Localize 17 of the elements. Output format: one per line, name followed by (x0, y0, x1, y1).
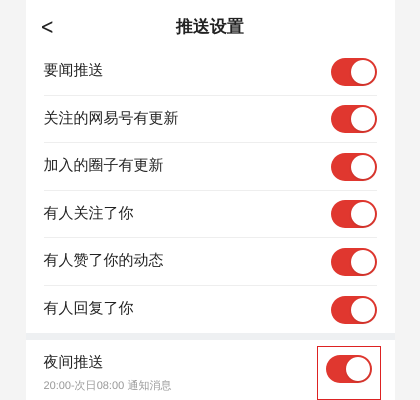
toggle-switch[interactable] (330, 105, 376, 134)
setting-label: 夜间推送 (44, 352, 104, 372)
back-button[interactable]: < (40, 10, 54, 44)
setting-label: 有人关注了你 (44, 204, 134, 224)
toggle-switch[interactable] (330, 58, 376, 86)
setting-label: 有人回复了你 (44, 299, 134, 320)
setting-label: 要闻推送 (44, 61, 104, 82)
setting-label: 有人赞了你的动态 (44, 251, 164, 272)
setting-description: 20:00-次日08:00 通知消息 (44, 378, 172, 394)
toggle-switch[interactable] (330, 152, 376, 181)
setting-label: 关注的网易号有更新 (44, 108, 178, 129)
toggle-switch[interactable] (330, 248, 376, 276)
toggle-switch[interactable] (326, 355, 372, 383)
toggle-switch[interactable] (330, 200, 376, 228)
toggle-switch[interactable] (330, 296, 376, 324)
setting-label: 加入的圈子有更新 (44, 156, 164, 176)
page-title: 推送设置 (176, 16, 244, 38)
